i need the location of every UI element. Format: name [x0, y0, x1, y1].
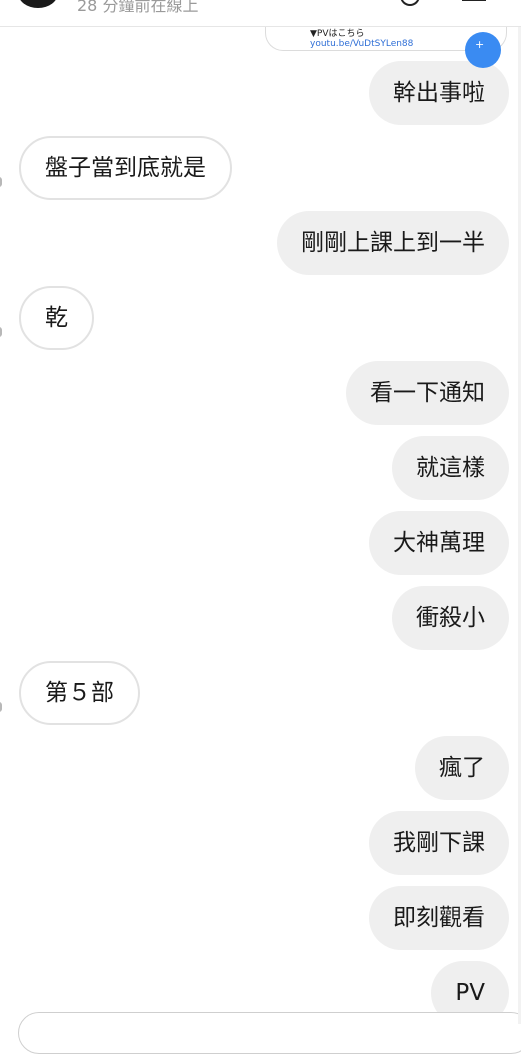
share-action-icon[interactable]: + [465, 32, 501, 68]
menu-icon[interactable] [462, 0, 486, 1]
message-bubble-incoming[interactable]: 盤子當到底就是 [19, 136, 232, 200]
message-bubble-outgoing[interactable]: 我剛下課 [369, 811, 509, 875]
online-status: 28 分鐘前在線上 [77, 0, 199, 15]
incoming-edge-marker [0, 177, 2, 187]
link-preview-url[interactable]: youtu.be/VuDtSYLen88 [310, 39, 413, 49]
message-bubble-outgoing[interactable]: 瘋了 [415, 736, 509, 800]
incoming-edge-marker [0, 702, 2, 712]
message-bubble-incoming[interactable]: 乾 [19, 286, 94, 350]
message-bubble-outgoing[interactable]: 大神萬理 [369, 511, 509, 575]
message-bubble-incoming[interactable]: 第５部 [19, 661, 140, 725]
message-bubble-outgoing[interactable]: 剛剛上課上到一半 [277, 211, 509, 275]
chat-header: 28 分鐘前在線上 [0, 0, 521, 27]
message-bubble-outgoing[interactable]: 就這樣 [392, 436, 509, 500]
message-bubble-outgoing[interactable]: 即刻觀看 [369, 886, 509, 950]
message-bubble-outgoing[interactable]: 看一下通知 [346, 361, 509, 425]
message-bubble-outgoing[interactable]: 衝殺小 [392, 586, 509, 650]
message-input[interactable] [18, 1012, 521, 1054]
link-preview-title: ▼PVはこちら [310, 29, 365, 39]
message-bubble-outgoing[interactable]: 幹出事啦 [369, 61, 509, 125]
avatar[interactable] [18, 0, 58, 8]
phone-icon[interactable] [400, 0, 420, 6]
incoming-edge-marker [0, 327, 2, 337]
